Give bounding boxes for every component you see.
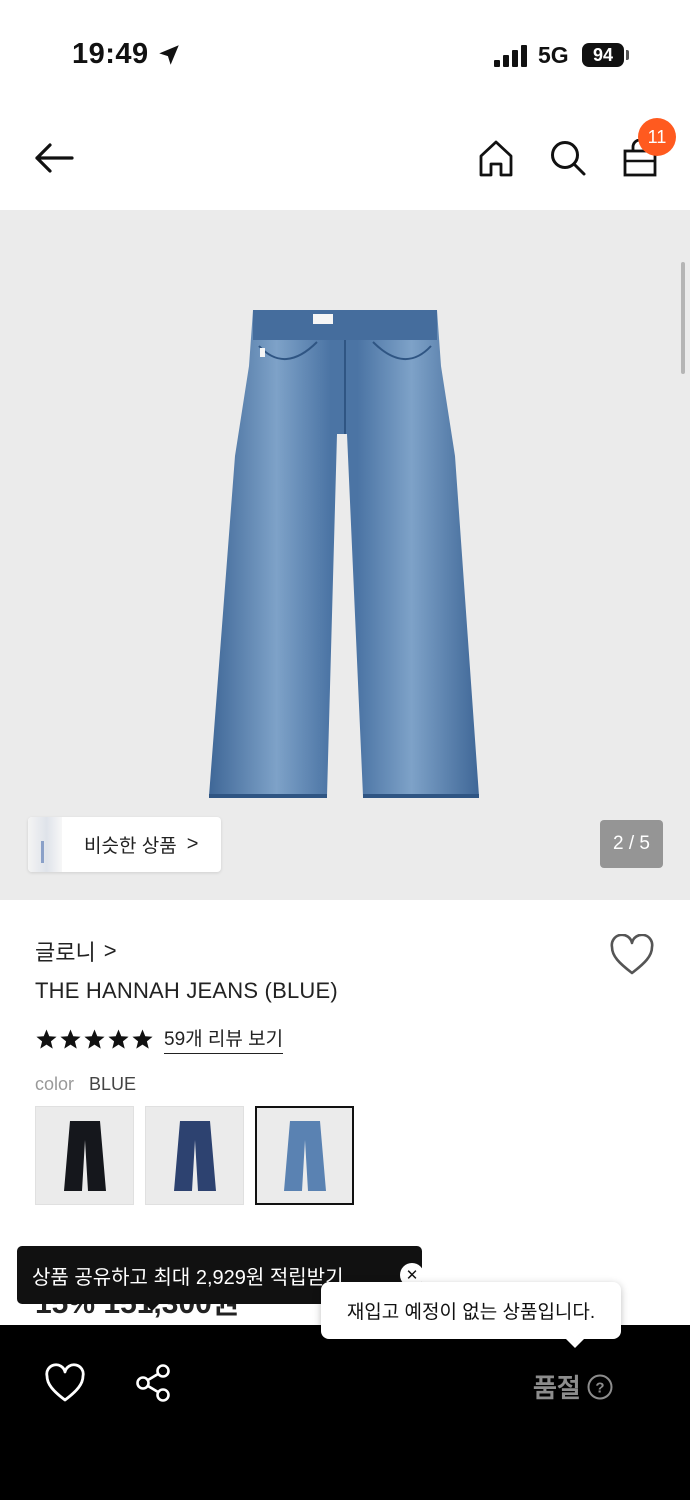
- status-time: 19:49: [72, 38, 149, 70]
- restock-tooltip-text: 재입고 예정이 없는 상품입니다.: [346, 1302, 596, 1323]
- network-label: 5G: [538, 42, 569, 68]
- color-key: color: [35, 1074, 75, 1094]
- brand-link[interactable]: 글로니 >: [35, 935, 117, 967]
- swatch-black[interactable]: [35, 1106, 134, 1205]
- top-nav: [0, 100, 690, 210]
- chevron-right-icon: >: [103, 938, 117, 963]
- swatch-blue[interactable]: [255, 1106, 354, 1205]
- brand-name: 글로니: [35, 940, 96, 965]
- image-counter: 2 / 5: [600, 820, 663, 868]
- home-button[interactable]: [474, 134, 518, 182]
- search-button[interactable]: [546, 134, 590, 182]
- battery-tip: [626, 50, 629, 60]
- home-icon: [479, 140, 513, 177]
- product-image-gallery[interactable]: 비슷한 상품 > 2 / 5: [0, 210, 690, 900]
- product-name: THE HANNAH JEANS (BLUE): [35, 978, 338, 1003]
- sold-out-button[interactable]: 품절 ?: [533, 1368, 613, 1405]
- search-icon: [551, 141, 586, 176]
- arrow-left-icon: [35, 143, 74, 173]
- battery-level: 94: [592, 44, 614, 65]
- star-icon: [84, 1028, 105, 1049]
- similar-products-label: 비슷한 상품: [84, 836, 177, 857]
- star-icon: [108, 1028, 129, 1049]
- star-icon: [36, 1028, 57, 1049]
- heart-icon[interactable]: [44, 1363, 86, 1403]
- color-value: BLUE: [89, 1074, 137, 1094]
- location-arrow-icon: [159, 45, 179, 65]
- similar-product-thumbnail: [28, 817, 62, 872]
- color-row: color BLUE: [35, 1074, 136, 1095]
- tooltip-arrow: [565, 1338, 585, 1348]
- chevron-right-icon: >: [186, 833, 199, 855]
- jeans-thumbnail-indigo: [173, 1120, 216, 1191]
- back-button[interactable]: [28, 138, 80, 178]
- cart-count-badge: 11: [638, 118, 676, 156]
- star-icon: [132, 1028, 153, 1049]
- share-icon[interactable]: [134, 1363, 172, 1403]
- rating-stars: [35, 1028, 154, 1051]
- star-icon: [60, 1028, 81, 1049]
- status-bar: 19:49 5G 94: [0, 0, 690, 100]
- swatch-indigo[interactable]: [145, 1106, 244, 1205]
- sold-out-label: 품절: [533, 1373, 581, 1403]
- help-mark: ?: [595, 1379, 604, 1396]
- wishlist-heart-icon[interactable]: [609, 934, 655, 976]
- restock-tooltip: 재입고 예정이 없는 상품입니다.: [321, 1282, 621, 1339]
- jeans-thumbnail-black: [63, 1120, 106, 1191]
- color-swatches: [35, 1106, 354, 1205]
- similar-products-button[interactable]: 비슷한 상품 >: [28, 817, 221, 872]
- product-image-jeans: [209, 310, 479, 798]
- review-link[interactable]: 59개 리뷰 보기: [164, 1024, 284, 1054]
- signal-icon: [494, 45, 527, 67]
- rating-row: 59개 리뷰 보기: [35, 1024, 284, 1054]
- help-circle-icon: ?: [587, 1374, 613, 1399]
- bottom-action-bar: 품절 ?: [0, 1325, 690, 1500]
- scroll-indicator: [681, 262, 685, 374]
- battery-icon: 94: [582, 43, 624, 67]
- jeans-thumbnail-blue: [283, 1120, 326, 1191]
- tooltip-arrow: [143, 1302, 161, 1311]
- share-reward-text: 상품 공유하고 최대 2,929원 적립받기: [32, 1266, 344, 1289]
